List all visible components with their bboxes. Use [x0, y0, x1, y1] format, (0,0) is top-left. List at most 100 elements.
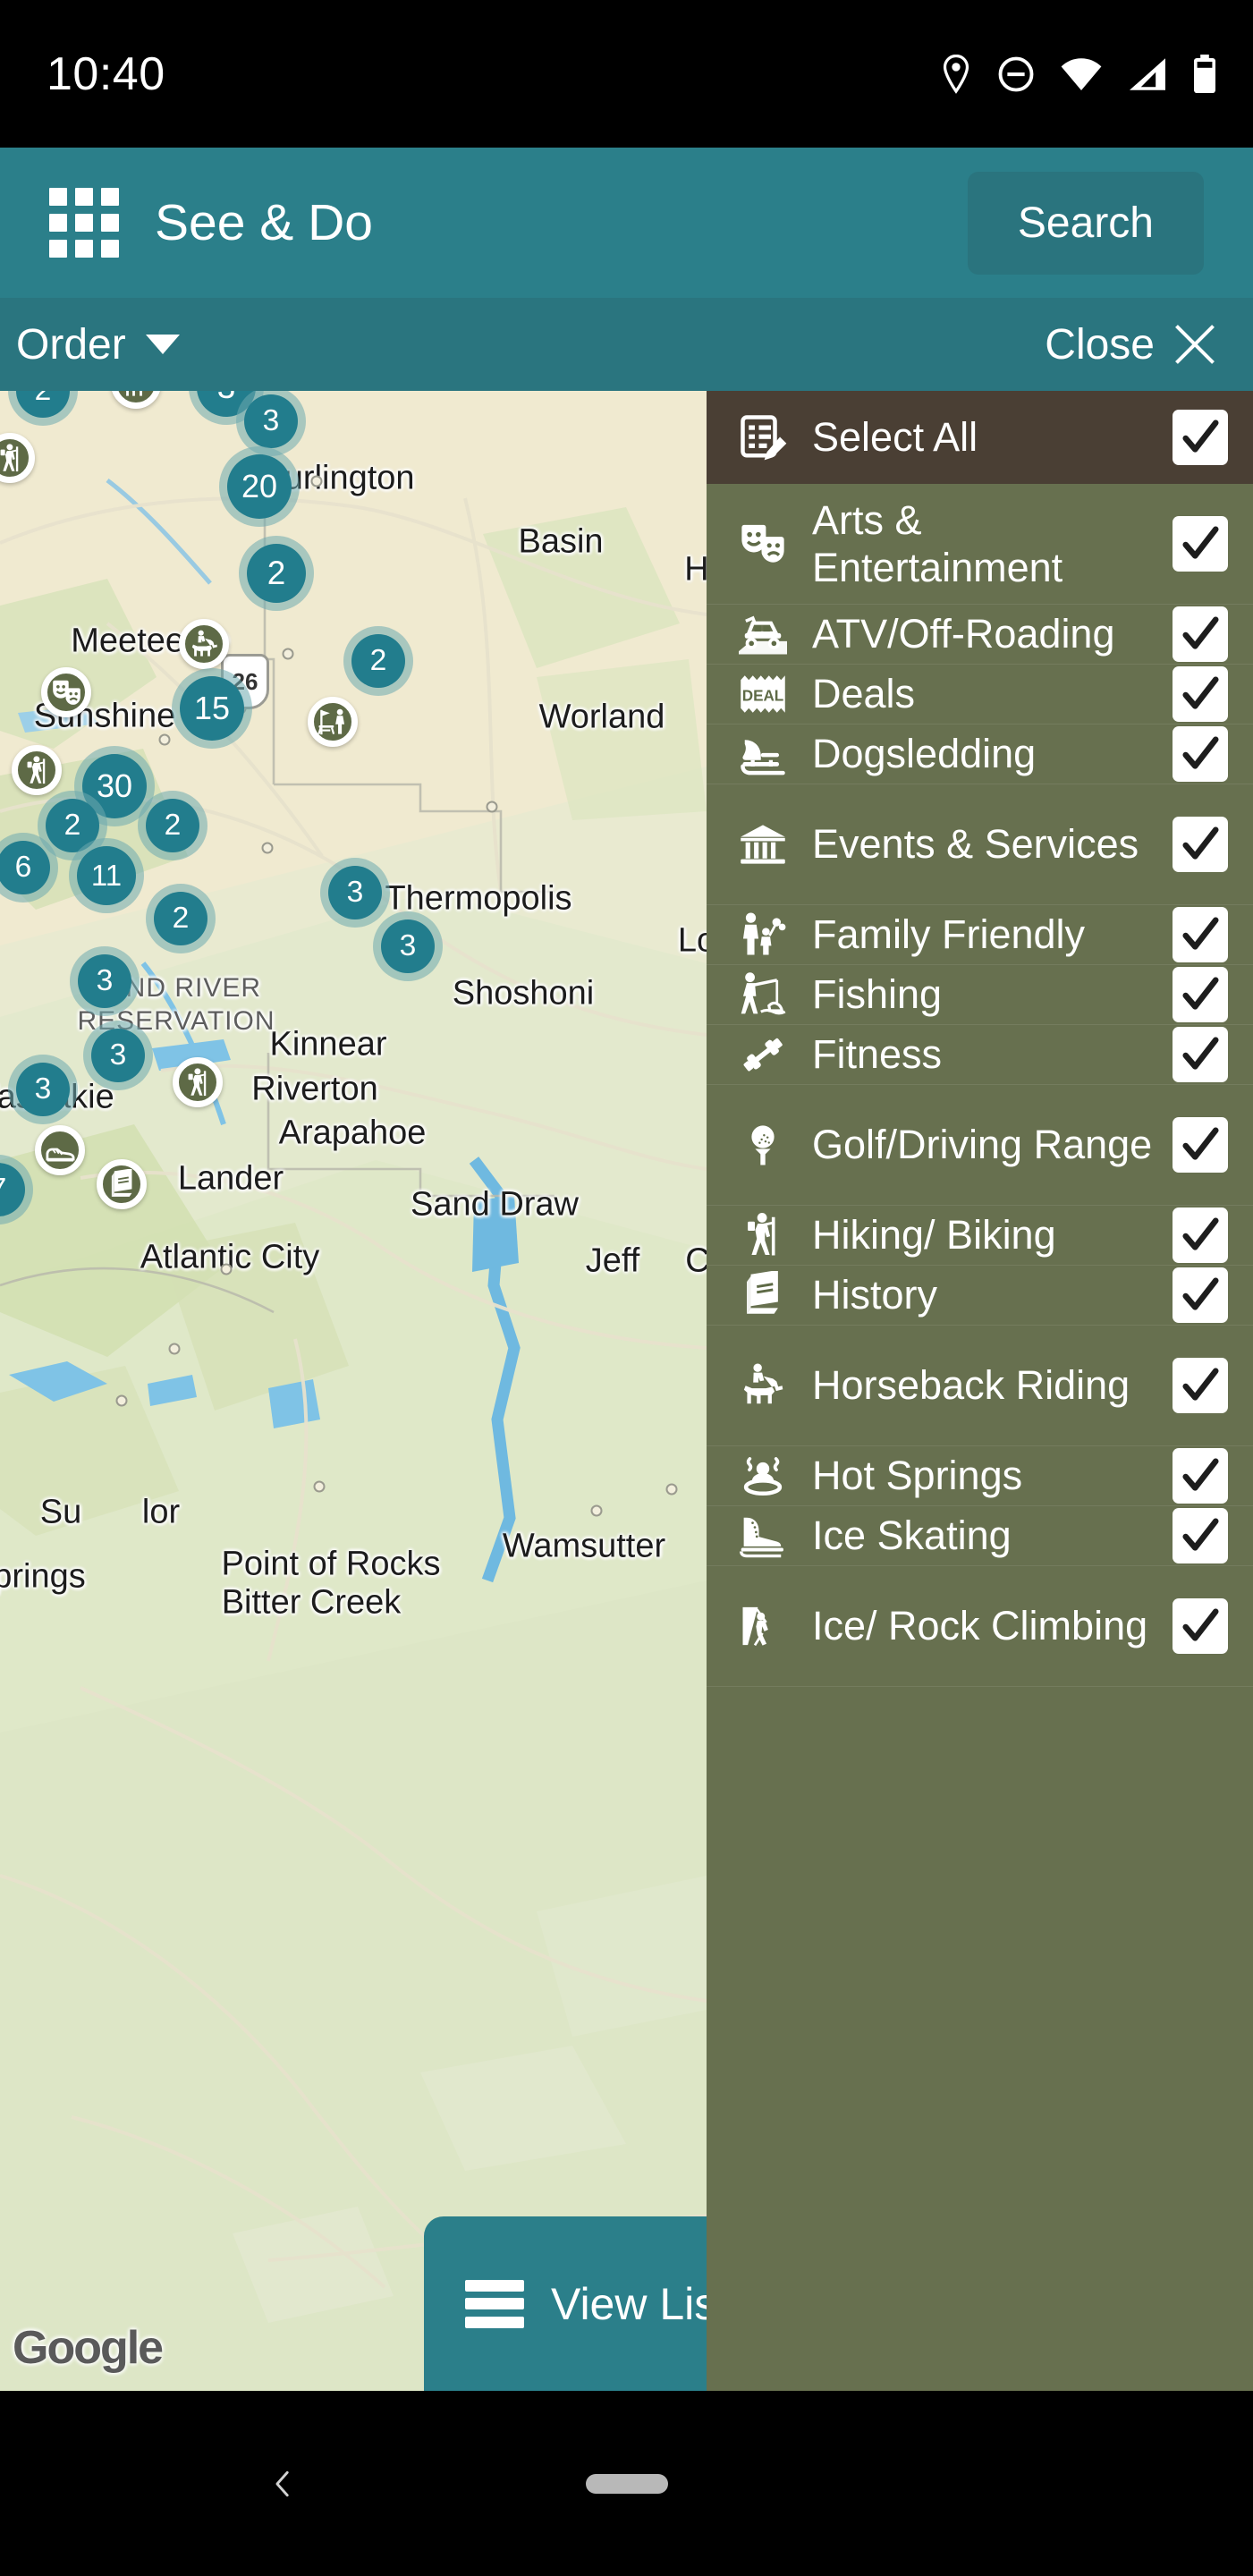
filter-row[interactable]: Ice/ Rock Climbing: [707, 1566, 1253, 1687]
filter-checkbox[interactable]: [1173, 1448, 1228, 1504]
sled-icon: [728, 730, 798, 778]
map-cluster-marker[interactable]: 2: [247, 544, 306, 603]
map-cluster-marker[interactable]: 3: [244, 394, 298, 448]
filter-row[interactable]: Dogsledding: [707, 724, 1253, 784]
filter-row-label: Deals: [812, 671, 916, 717]
shoe-icon: [45, 1135, 76, 1166]
map-category-pin[interactable]: [12, 745, 62, 795]
map-cluster-marker[interactable]: 3: [91, 1029, 145, 1082]
cellular-signal-icon: [1130, 57, 1165, 90]
filter-row[interactable]: Arts & Entertainment: [707, 484, 1253, 605]
back-chevron-icon[interactable]: [268, 2469, 299, 2499]
hiking-icon: [0, 443, 26, 474]
map-cluster-marker[interactable]: 2: [46, 799, 99, 852]
horseback-riding-icon: [121, 391, 152, 400]
filter-row-label: ATV/Off-Roading: [812, 611, 1115, 657]
hiking-icon: [21, 755, 53, 786]
fishing-icon: [728, 970, 798, 1019]
home-pill-icon[interactable]: [585, 2473, 668, 2494]
filter-checkbox[interactable]: [1173, 907, 1228, 962]
filter-row[interactable]: ATV/Off-Roading: [707, 605, 1253, 665]
theater-masks-icon: [51, 677, 82, 708]
map-place-dot: [310, 475, 323, 487]
map-place-dot: [168, 1343, 181, 1355]
filter-checkbox[interactable]: [1173, 410, 1228, 465]
map-cluster-marker[interactable]: 2: [154, 892, 207, 945]
filter-row[interactable]: DEAL Deals: [707, 665, 1253, 724]
view-list-label: View List: [551, 2278, 730, 2329]
close-button[interactable]: Close: [1045, 320, 1215, 369]
map-place-dot: [220, 1263, 233, 1275]
ice-skate-icon: [728, 1512, 798, 1560]
category-filter-panel[interactable]: Select All Arts & Entertainment ATV/Off-…: [707, 391, 1253, 2391]
map-cluster-marker[interactable]: 15: [180, 676, 244, 741]
filter-row-label: Hot Springs: [812, 1453, 1023, 1499]
grid-menu-icon[interactable]: [49, 188, 119, 258]
filter-checkbox[interactable]: [1173, 1358, 1228, 1413]
map-category-pin[interactable]: [173, 1057, 223, 1107]
map-category-pin[interactable]: [97, 1159, 147, 1209]
status-bar: 10:40: [0, 0, 1253, 148]
order-dropdown[interactable]: Order: [16, 320, 180, 369]
list-icon: [465, 2279, 524, 2328]
filter-row[interactable]: Hot Springs: [707, 1446, 1253, 1506]
filter-checkbox[interactable]: [1173, 1208, 1228, 1263]
filter-row-label: Fitness: [812, 1031, 943, 1078]
map-cluster-marker[interactable]: 2: [351, 634, 405, 688]
filter-checkbox[interactable]: [1173, 1267, 1228, 1323]
select-all-icon: [728, 413, 798, 462]
horseback-riding-icon: [189, 629, 220, 660]
history-book-icon: [728, 1271, 798, 1319]
filter-checkbox[interactable]: [1173, 726, 1228, 782]
filter-checkbox[interactable]: [1173, 967, 1228, 1022]
filter-row-label: Horseback Riding: [812, 1362, 1130, 1409]
map-place-dot: [590, 1504, 603, 1517]
map-category-pin[interactable]: [179, 619, 229, 669]
filter-row-label: Fishing: [812, 971, 943, 1018]
filter-checkbox[interactable]: [1173, 1117, 1228, 1173]
filter-checkbox[interactable]: [1173, 1598, 1228, 1654]
order-close-bar: Order Close: [0, 298, 1253, 391]
map-cluster-marker[interactable]: 3: [78, 954, 131, 1008]
filter-row[interactable]: Ice Skating: [707, 1506, 1253, 1566]
filter-checkbox[interactable]: [1173, 1508, 1228, 1563]
map-place-dot: [282, 648, 294, 660]
map-category-pin[interactable]: [41, 667, 91, 717]
filter-row[interactable]: Fitness: [707, 1025, 1253, 1085]
filter-row[interactable]: History: [707, 1266, 1253, 1326]
map-terrain: [0, 391, 707, 2391]
filter-row[interactable]: Family Friendly: [707, 905, 1253, 965]
search-button[interactable]: Search: [967, 171, 1204, 275]
filter-row[interactable]: Hiking/ Biking: [707, 1206, 1253, 1266]
status-icon-group: [940, 54, 1217, 94]
map-category-pin[interactable]: [35, 1125, 85, 1175]
map-cluster-marker[interactable]: 3: [381, 919, 435, 973]
filter-row[interactable]: Fishing: [707, 965, 1253, 1025]
filter-row[interactable]: Select All: [707, 391, 1253, 484]
app-bar: See & Do Search: [0, 148, 1253, 298]
filter-row[interactable]: Golf/Driving Range: [707, 1085, 1253, 1206]
map-view[interactable]: Burlington Basin H Meeteetse Sunshine Worland…: [0, 391, 707, 2391]
filter-row[interactable]: Horseback Riding: [707, 1326, 1253, 1446]
filter-row-label: Events & Services: [812, 821, 1139, 868]
filter-row-label: Dogsledding: [812, 731, 1037, 777]
battery-icon: [1194, 54, 1215, 93]
filter-row[interactable]: Events & Services: [707, 784, 1253, 905]
filter-checkbox[interactable]: [1173, 1027, 1228, 1082]
map-category-pin[interactable]: [308, 697, 358, 747]
map-cluster-marker[interactable]: 2: [146, 799, 199, 852]
filter-checkbox[interactable]: [1173, 666, 1228, 722]
map-place-dot: [665, 1483, 678, 1496]
filter-checkbox[interactable]: [1173, 606, 1228, 662]
horseback-riding-icon: [728, 1361, 798, 1410]
map-cluster-marker[interactable]: 3: [16, 1063, 70, 1116]
filter-row-label: Ice/ Rock Climbing: [812, 1603, 1148, 1649]
filter-checkbox[interactable]: [1173, 817, 1228, 872]
filter-checkbox[interactable]: [1173, 516, 1228, 572]
filter-row-label: Family Friendly: [812, 911, 1086, 958]
close-label: Close: [1045, 320, 1155, 369]
map-cluster-marker[interactable]: 20: [227, 454, 292, 519]
hiking-icon: [728, 1211, 798, 1259]
map-cluster-marker[interactable]: 3: [328, 866, 382, 919]
map-cluster-marker[interactable]: 11: [77, 846, 136, 905]
